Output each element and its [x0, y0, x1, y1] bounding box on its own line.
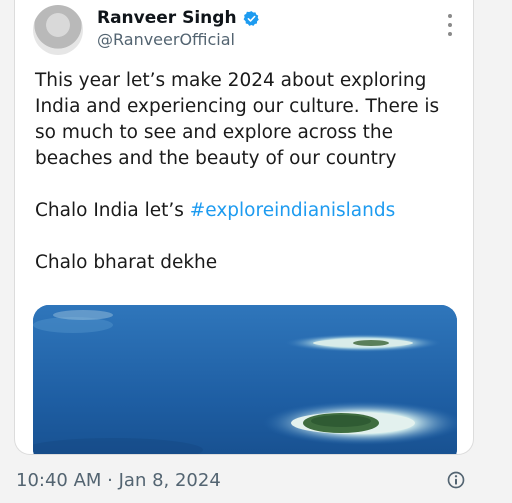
- tweet-paragraph-3: Chalo bharat dekhe: [35, 252, 218, 273]
- tweet-paragraph-1: This year let’s make 2024 about explorin…: [35, 70, 440, 169]
- author-name[interactable]: Ranveer Singh: [97, 8, 237, 28]
- tweet-card: Ranveer Singh @RanveerOfficial This year…: [14, 0, 474, 455]
- verified-badge-icon: [243, 10, 259, 26]
- info-icon[interactable]: [446, 470, 466, 490]
- tweet-image[interactable]: [33, 305, 457, 454]
- hashtag-link[interactable]: #exploreindianislands: [190, 200, 395, 221]
- avatar[interactable]: [33, 5, 83, 55]
- tweet-paragraph-2: Chalo India let’s #exploreindianislands: [35, 198, 455, 224]
- tweet-timestamp[interactable]: 10:40 AM · Jan 8, 2024: [16, 470, 221, 491]
- background-strip: [474, 0, 512, 503]
- author-handle[interactable]: @RanveerOfficial: [97, 30, 235, 49]
- author-name-row[interactable]: Ranveer Singh: [97, 8, 260, 28]
- more-vertical-icon[interactable]: [445, 14, 455, 36]
- tweet-paragraph-2-text: Chalo India let’s: [35, 200, 190, 221]
- tweet-text: This year let’s make 2024 about explorin…: [35, 68, 455, 276]
- aerial-islands-image: [33, 305, 457, 454]
